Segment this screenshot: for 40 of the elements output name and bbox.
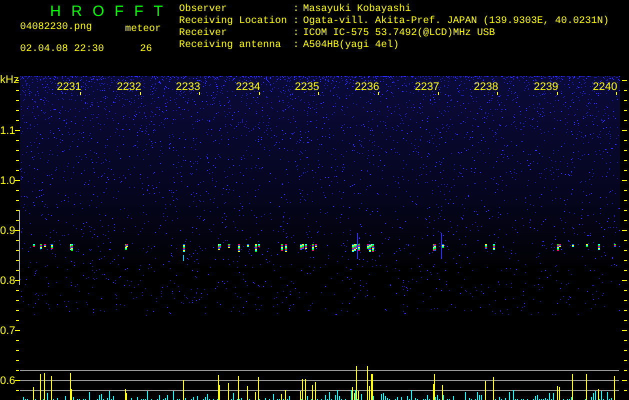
info-label: Receiving antenna: [179, 40, 282, 52]
info-separator: :: [293, 40, 300, 52]
x-axis-label: 2239: [534, 81, 558, 93]
y-axis-label: 0.8: [0, 275, 16, 287]
meteor-count: 26: [139, 43, 152, 57]
x-axis-label: 2234: [236, 81, 260, 93]
y-axis-label: 1.1: [0, 125, 16, 137]
x-axis-label: 2238: [474, 81, 498, 93]
y-axis-label: 0.9: [0, 225, 16, 237]
info-label: Receiving Location: [179, 16, 288, 28]
info-separator: :: [293, 28, 300, 40]
info-value: Ogata-vill. Akita-Pref. JAPAN (139.9303E, 40.0231N): [303, 16, 610, 28]
major-tick: [15, 230, 20, 231]
y-axis-label: 0.7: [0, 325, 16, 337]
timestamp: 02.04.08 22:30: [19, 43, 104, 57]
major-tick: [15, 330, 20, 331]
meteor-label: meteor: [124, 23, 162, 36]
x-axis-label: 2236: [354, 81, 380, 93]
y-axis-label: 1.0: [0, 175, 16, 187]
major-tick: [15, 380, 20, 381]
major-tick: [15, 130, 20, 131]
app-title: HROFFT: [49, 2, 174, 20]
x-axis-label: 2231: [56, 81, 82, 93]
info-separator: :: [293, 16, 300, 28]
x-axis-label: 2232: [116, 81, 142, 93]
info-label: Observer: [179, 4, 228, 16]
major-tick: [15, 180, 20, 181]
x-axis-label: 2233: [176, 81, 200, 93]
x-axis-label: 2235: [294, 81, 320, 93]
y-axis-label: 0.6: [0, 375, 16, 387]
major-tick: [15, 280, 20, 281]
info-value: ICOM IC-575 53.7492(@LCD)MHz USB: [303, 28, 496, 40]
file-name: 04082230.png: [19, 21, 92, 35]
info-separator: :: [293, 4, 300, 16]
x-axis-label: 2237: [414, 81, 440, 93]
x-axis-label: 2240: [592, 81, 618, 93]
info-value: A504HB(yagi 4el): [303, 40, 400, 52]
info-value: Masayuki Kobayashi: [303, 4, 412, 16]
y-axis-unit: kHz: [0, 74, 19, 86]
info-label: Receiver: [179, 28, 228, 40]
